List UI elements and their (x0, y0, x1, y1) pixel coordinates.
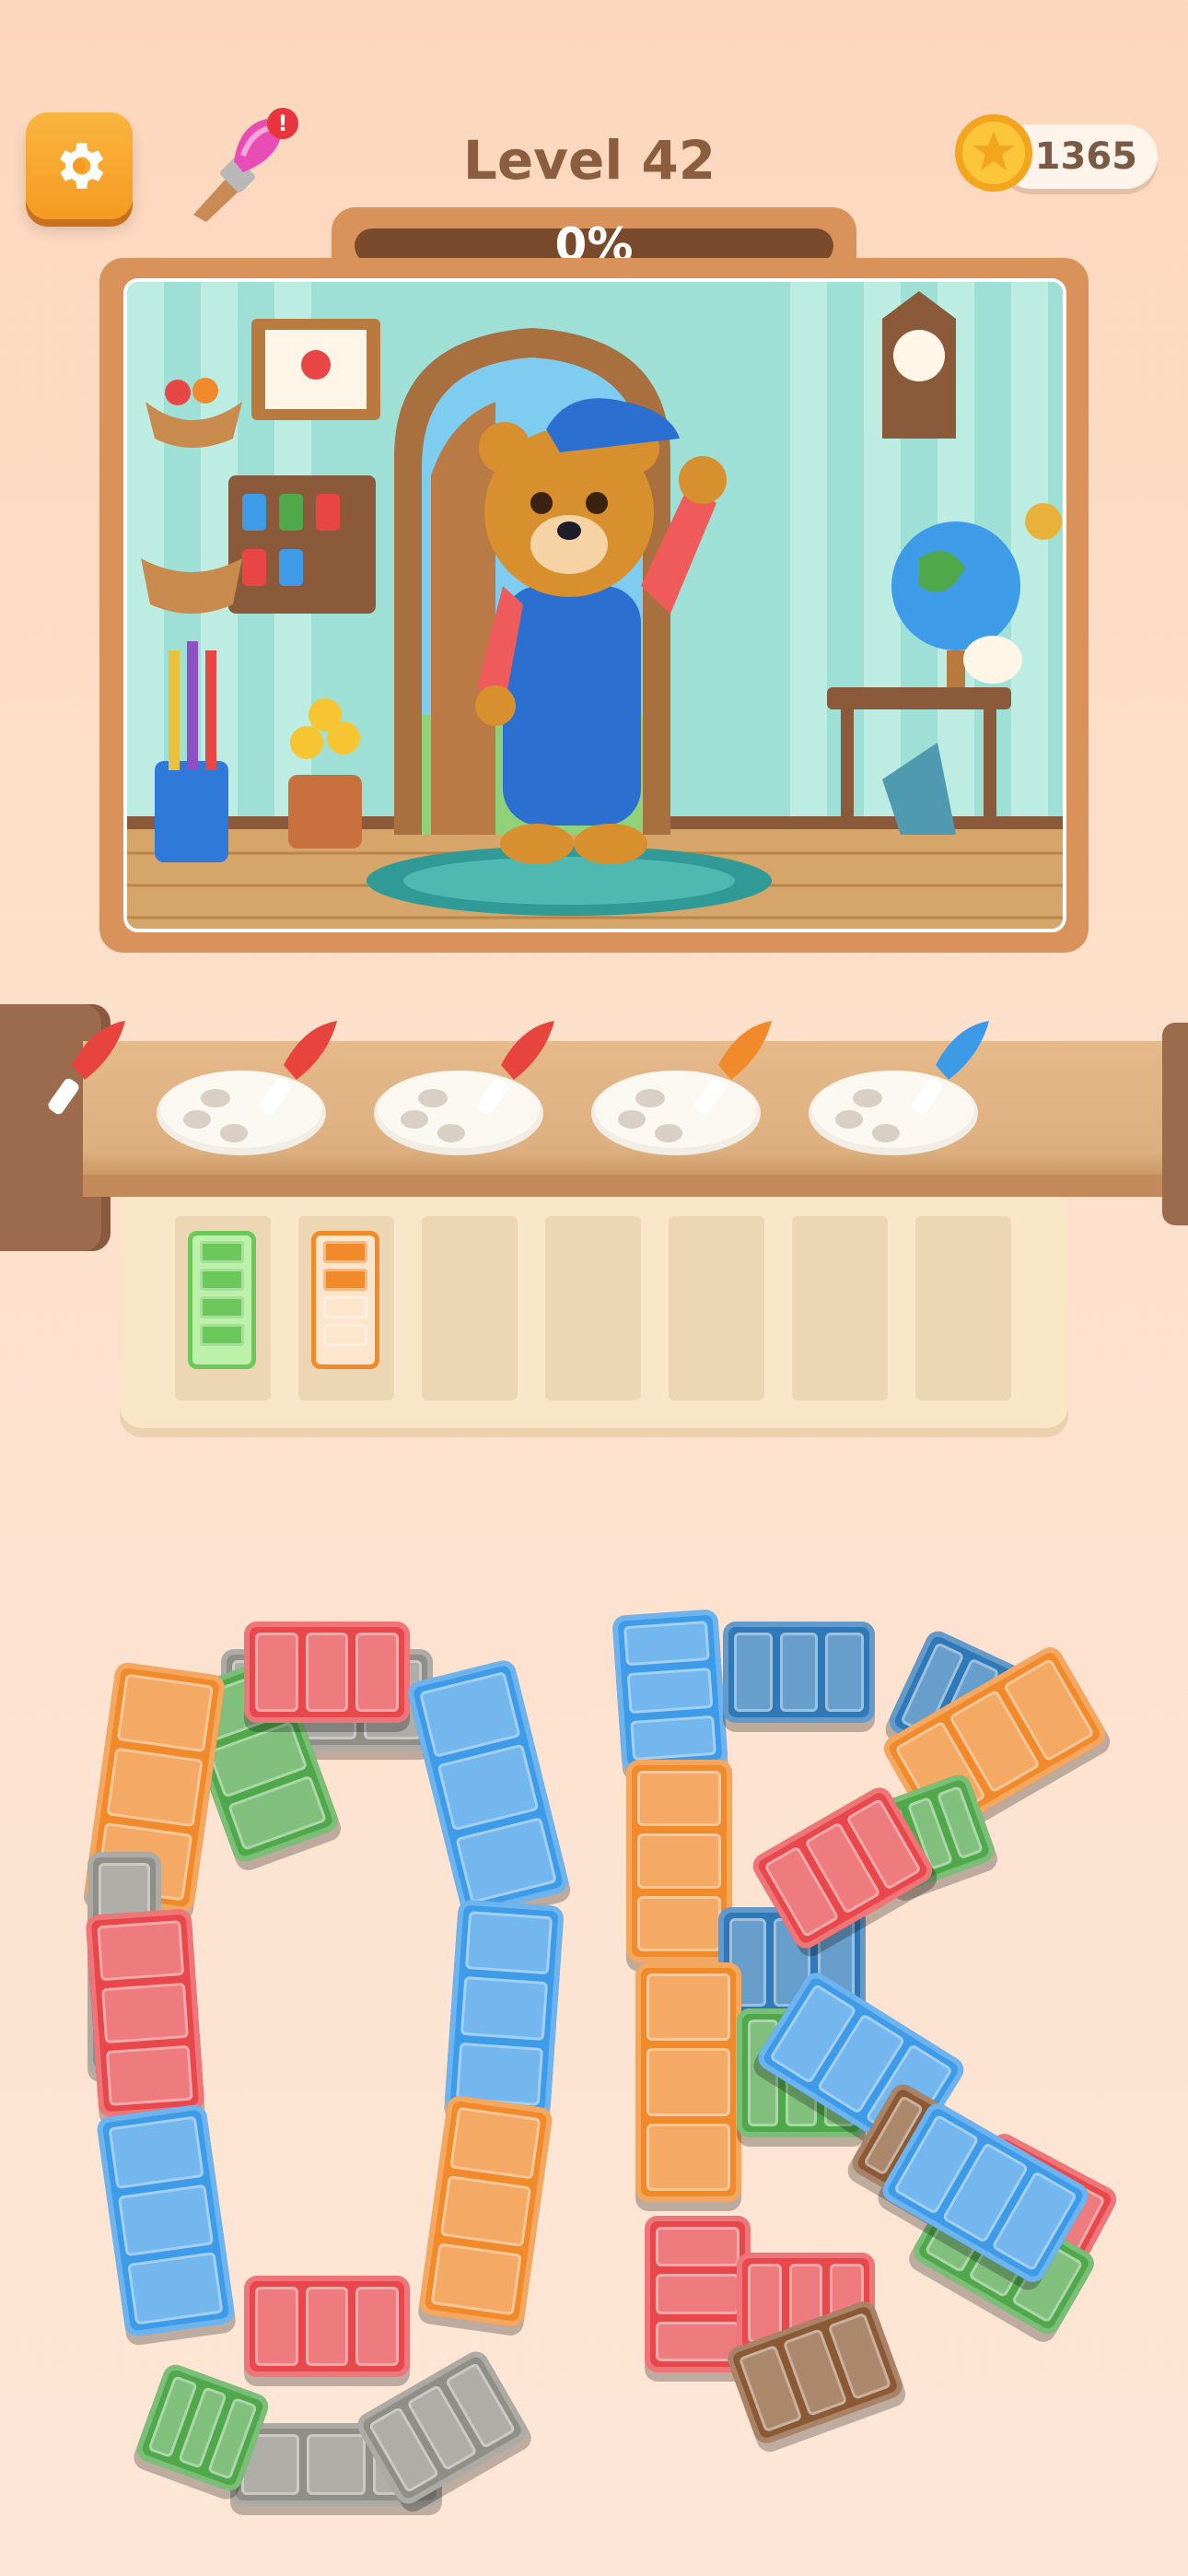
coin-count: 1365 (1034, 135, 1137, 178)
tube-segment (323, 1269, 367, 1291)
gear-icon (60, 143, 104, 189)
tube-segment (637, 1833, 721, 1889)
conveyor-palettes (0, 995, 1188, 1179)
paint-tube-tile[interactable] (85, 1908, 205, 2118)
tube-segment (200, 1241, 244, 1263)
tube-segment (656, 2274, 740, 2314)
tube-segment (200, 1296, 244, 1318)
palette-with-brush[interactable] (157, 1013, 341, 1170)
paint-tile-board (0, 1566, 1188, 2509)
tube-segment (105, 2044, 193, 2106)
tube-segment (200, 1269, 244, 1291)
tube-segment (430, 2242, 522, 2316)
tray-slot[interactable] (422, 1216, 518, 1400)
tube-segment (464, 1911, 553, 1975)
tube-segment (656, 2227, 740, 2267)
paint-tube-tile[interactable] (405, 1657, 571, 1917)
notification-badge: ! (267, 108, 298, 139)
tube-segment (646, 2048, 730, 2116)
tube-segment (734, 1633, 773, 1712)
paint-tube-tile[interactable] (417, 2094, 554, 2328)
tube-segment (825, 1633, 865, 1712)
tube-segment (101, 1982, 189, 2044)
tube-segment (355, 2287, 400, 2366)
palette-with-brush[interactable] (809, 1013, 993, 1170)
paint-tube-tile[interactable] (635, 1962, 741, 2202)
tube-segment (418, 1670, 521, 1759)
tube-segment (305, 2287, 349, 2366)
tube-segment (646, 2123, 730, 2191)
settings-button[interactable] (26, 112, 133, 219)
coin-icon (951, 111, 1036, 195)
tube-segment (449, 2106, 542, 2180)
tube-segment (305, 1633, 349, 1712)
paint-tube-tile[interactable] (611, 1609, 728, 1773)
tube-segment (748, 2264, 782, 2343)
tube-segment (779, 1633, 819, 1712)
tube-segment (116, 1673, 214, 1753)
tube-segment (437, 1743, 540, 1832)
paint-tube-tile[interactable] (244, 1622, 410, 1723)
palette-with-brush[interactable] (0, 1013, 129, 1170)
tray-slot[interactable] (545, 1216, 641, 1400)
paint-tube-tile[interactable] (244, 2276, 410, 2377)
tube-segment (323, 1296, 367, 1318)
tube-segment (637, 1896, 721, 1951)
palette-with-brush[interactable] (591, 1013, 775, 1170)
tube-segment (323, 1324, 367, 1346)
palette-with-brush[interactable] (374, 1013, 558, 1170)
tray-slot[interactable] (915, 1216, 1011, 1400)
tube-segment (646, 1973, 730, 2042)
paint-tube-tile[interactable] (311, 1231, 379, 1369)
paint-tube-tile[interactable] (95, 2102, 237, 2338)
paint-tube-tile[interactable] (188, 1231, 256, 1369)
paint-tube-tile[interactable] (444, 1899, 565, 2118)
tube-segment (460, 1976, 549, 2041)
tube-segment (623, 1621, 710, 1667)
tube-segment (355, 1633, 400, 1712)
tube-segment (455, 1816, 558, 1904)
tube-segment (637, 1771, 721, 1826)
tube-segment (323, 1241, 367, 1263)
tube-segment (439, 2174, 532, 2248)
tube-segment (307, 2434, 366, 2495)
paint-brush-button[interactable]: ! (175, 106, 304, 226)
tube-segment (106, 1748, 204, 1827)
tube-segment (626, 1668, 714, 1714)
tube-segment (255, 1633, 298, 1712)
tube-segment (630, 1715, 716, 1761)
level-title: Level 42 (462, 129, 716, 192)
paint-tube-tile[interactable] (723, 1622, 875, 1723)
tube-segment (255, 2287, 298, 2366)
tube-segment (200, 1324, 244, 1346)
tube-segment (117, 2184, 215, 2257)
coloring-picture (123, 278, 1066, 932)
tray-slot[interactable] (792, 1216, 888, 1400)
tube-segment (97, 1920, 185, 1982)
tube-segment (108, 2115, 204, 2189)
tray-slot[interactable] (669, 1216, 764, 1400)
tube-segment (127, 2252, 224, 2325)
tube-segment (656, 2321, 740, 2361)
paint-tube-tile[interactable] (626, 1760, 732, 1962)
